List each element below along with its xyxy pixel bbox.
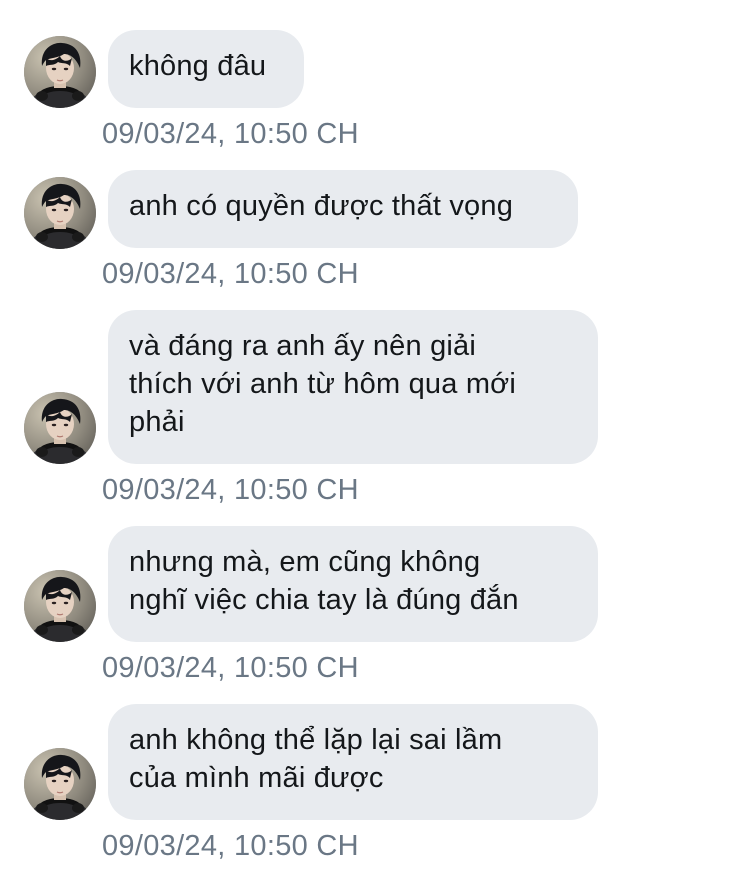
message-timestamp: 09/03/24, 10:50 CH bbox=[102, 652, 359, 684]
user-avatar-icon bbox=[24, 36, 96, 108]
avatar[interactable] bbox=[24, 36, 96, 108]
message-timestamp: 09/03/24, 10:50 CH bbox=[102, 474, 359, 506]
message-thread: không đâu 09/03/24, 10:50 CH anh có quyề… bbox=[0, 0, 750, 880]
message-timestamp: 09/03/24, 10:50 CH bbox=[102, 118, 359, 150]
message-bubble[interactable]: nhưng mà, em cũng không nghĩ việc chia t… bbox=[108, 526, 598, 642]
avatar[interactable] bbox=[24, 748, 96, 820]
message-timestamp: 09/03/24, 10:50 CH bbox=[102, 258, 359, 290]
avatar[interactable] bbox=[24, 177, 96, 249]
message-bubble[interactable]: và đáng ra anh ấy nên giải thích với anh… bbox=[108, 310, 598, 464]
user-avatar-icon bbox=[24, 570, 96, 642]
user-avatar-icon bbox=[24, 177, 96, 249]
message-bubble[interactable]: anh không thể lặp lại sai lầm của mình m… bbox=[108, 704, 598, 820]
avatar[interactable] bbox=[24, 392, 96, 464]
message-bubble[interactable]: anh có quyền được thất vọng bbox=[108, 170, 578, 248]
avatar[interactable] bbox=[24, 570, 96, 642]
user-avatar-icon bbox=[24, 748, 96, 820]
message-bubble[interactable]: không đâu bbox=[108, 30, 304, 108]
message-timestamp: 09/03/24, 10:50 CH bbox=[102, 830, 359, 862]
user-avatar-icon bbox=[24, 392, 96, 464]
